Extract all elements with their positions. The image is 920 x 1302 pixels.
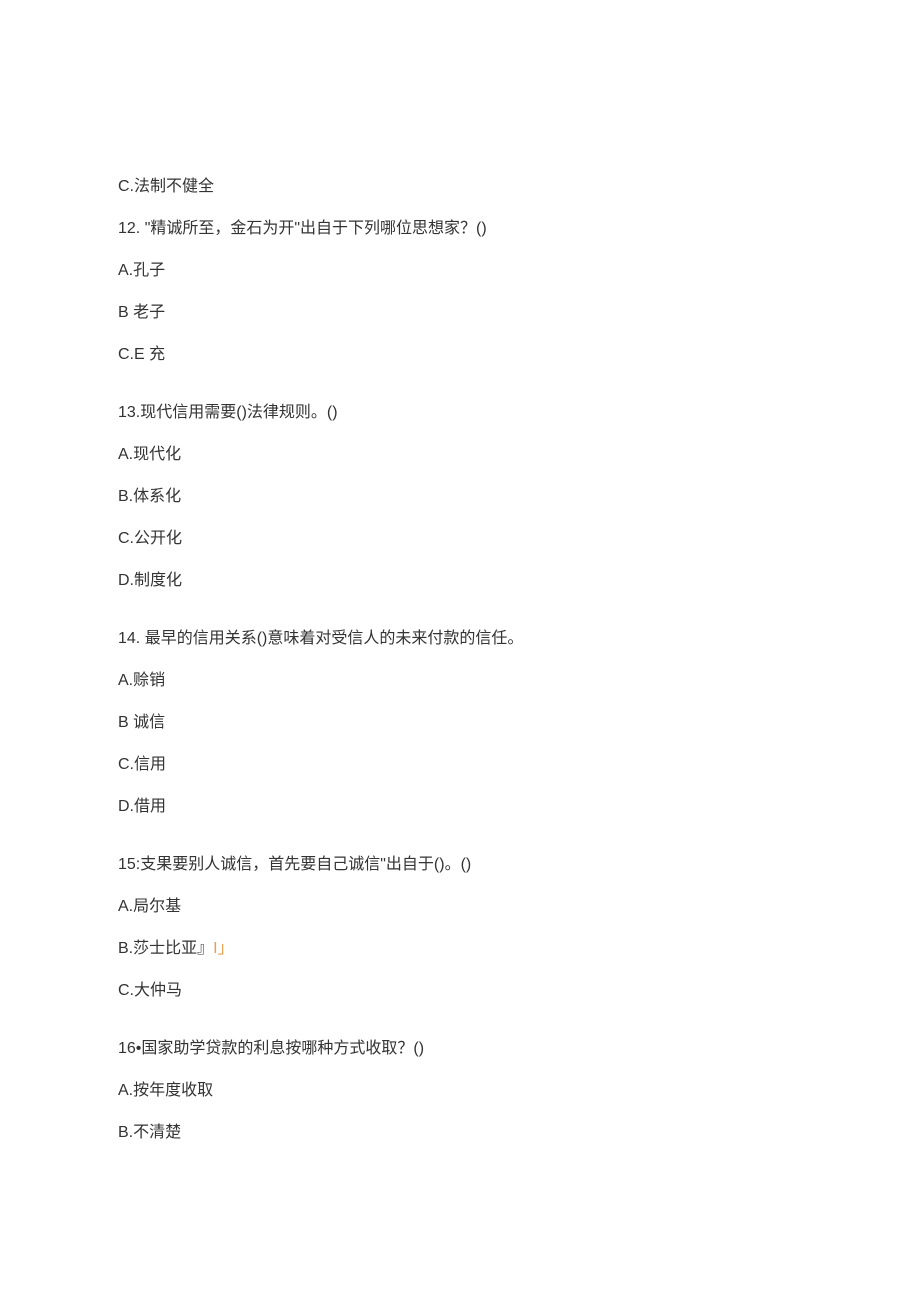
- line-text: C.法制不健全: [118, 178, 214, 195]
- text-line: C.公开化: [118, 527, 802, 551]
- line-text: A.孔子: [118, 262, 165, 279]
- text-line: A.现代化: [118, 443, 802, 467]
- line-suffix: I」: [213, 940, 233, 957]
- text-line: C.信用: [118, 753, 802, 777]
- text-line: 16•国家助学贷款的利息按哪种方式收取？(): [118, 1037, 802, 1061]
- line-text: B 老子: [118, 304, 165, 321]
- line-text: B.不清楚: [118, 1124, 181, 1141]
- text-line: C.大仲马: [118, 979, 802, 1003]
- line-text: A.局尔基: [118, 898, 181, 915]
- line-text: 16•国家助学贷款的利息按哪种方式收取？(): [118, 1040, 424, 1057]
- line-text: C.信用: [118, 756, 166, 773]
- line-text: 15:支果要别人诚信，首先要自己诚信"出自于()。(): [118, 856, 471, 873]
- text-line: A.孔子: [118, 259, 802, 283]
- text-line: 15:支果要别人诚信，首先要自己诚信"出自于()。(): [118, 853, 802, 877]
- text-line: 14. 最早的信用关系()意味着对受信人的未来付款的信任。: [118, 627, 802, 651]
- text-line: C.法制不健全: [118, 175, 802, 199]
- text-line: B.体系化: [118, 485, 802, 509]
- line-text: B 诚信: [118, 714, 165, 731]
- line-text: D.借用: [118, 798, 166, 815]
- line-text: D.制度化: [118, 572, 182, 589]
- line-text: 12. "精诚所至，金石为开"出自于下列哪位思想家？(): [118, 220, 487, 237]
- text-line: B.莎士比亚』I」: [118, 937, 802, 961]
- text-line: A.按年度收取: [118, 1079, 802, 1103]
- line-text: B.莎士比亚』: [118, 940, 213, 957]
- text-line: D.借用: [118, 795, 802, 819]
- text-line: D.制度化: [118, 569, 802, 593]
- text-line: B 老子: [118, 301, 802, 325]
- text-line: 12. "精诚所至，金石为开"出自于下列哪位思想家？(): [118, 217, 802, 241]
- line-text: A.现代化: [118, 446, 181, 463]
- text-line: A.局尔基: [118, 895, 802, 919]
- line-text: 13.现代信用需要()法律规则。(): [118, 404, 338, 421]
- line-text: 14. 最早的信用关系()意味着对受信人的未来付款的信任。: [118, 630, 523, 647]
- line-text: C.E 充: [118, 346, 165, 363]
- line-text: B.体系化: [118, 488, 181, 505]
- text-line: A.赊销: [118, 669, 802, 693]
- text-line: B.不清楚: [118, 1121, 802, 1145]
- line-text: A.赊销: [118, 672, 165, 689]
- text-line: C.E 充: [118, 343, 802, 367]
- line-text: A.按年度收取: [118, 1082, 213, 1099]
- line-text: C.公开化: [118, 530, 182, 547]
- line-text: C.大仲马: [118, 982, 182, 999]
- text-line: B 诚信: [118, 711, 802, 735]
- text-line: 13.现代信用需要()法律规则。(): [118, 401, 802, 425]
